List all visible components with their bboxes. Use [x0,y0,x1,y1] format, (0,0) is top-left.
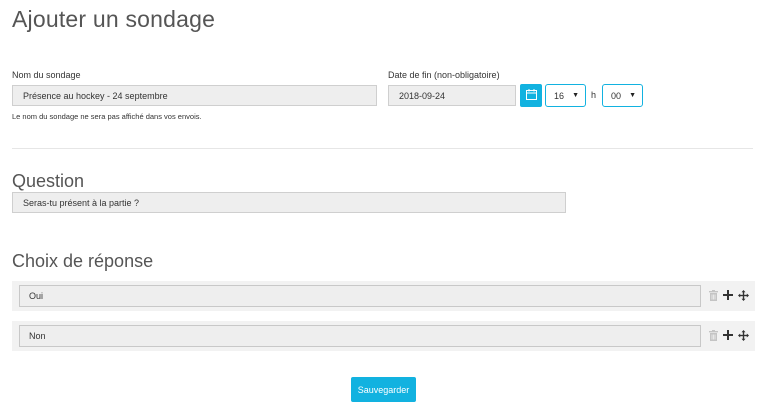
hour-separator: h [591,90,597,100]
choice-row: Oui [12,281,755,311]
poll-name-input[interactable]: Présence au hockey - 24 septembre [12,85,377,106]
trash-icon[interactable] [707,288,719,302]
choice-value: Non [29,331,46,341]
poll-name-hint: Le nom du sondage ne sera pas affiché da… [12,112,202,121]
plus-icon[interactable] [722,288,734,302]
trash-icon[interactable] [707,328,719,342]
calendar-button[interactable] [520,84,542,107]
section-divider [12,148,753,149]
minute-value: 00 [611,90,622,101]
end-date-value: 2018-09-24 [399,90,446,101]
move-icon[interactable] [737,288,749,302]
minute-select[interactable]: 00 ▼ [602,84,643,107]
hour-select[interactable]: 16 ▼ [545,84,586,107]
question-input[interactable]: Seras-tu présent à la partie ? [12,192,566,213]
end-date-input[interactable]: 2018-09-24 [388,85,516,106]
plus-icon[interactable] [722,328,734,342]
caret-down-icon: ▼ [572,92,579,99]
question-title: Question [12,171,85,191]
choice-row: Non [12,321,755,351]
choice-input[interactable]: Non [19,325,701,347]
page-title: Ajouter un sondage [12,6,216,32]
caret-down-icon: ▼ [629,92,636,99]
poll-name-label: Nom du sondage [12,70,81,80]
end-date-label: Date de fin (non-obligatoire) [388,70,500,80]
save-button[interactable]: Sauvegarder [351,377,416,402]
choices-title: Choix de réponse [12,251,154,271]
move-icon[interactable] [737,328,749,342]
question-value: Seras-tu présent à la partie ? [23,197,140,208]
calendar-icon [525,87,537,105]
hour-value: 16 [554,90,565,101]
choice-value: Oui [29,291,44,301]
choice-input[interactable]: Oui [19,285,701,307]
poll-name-value: Présence au hockey - 24 septembre [23,90,168,101]
